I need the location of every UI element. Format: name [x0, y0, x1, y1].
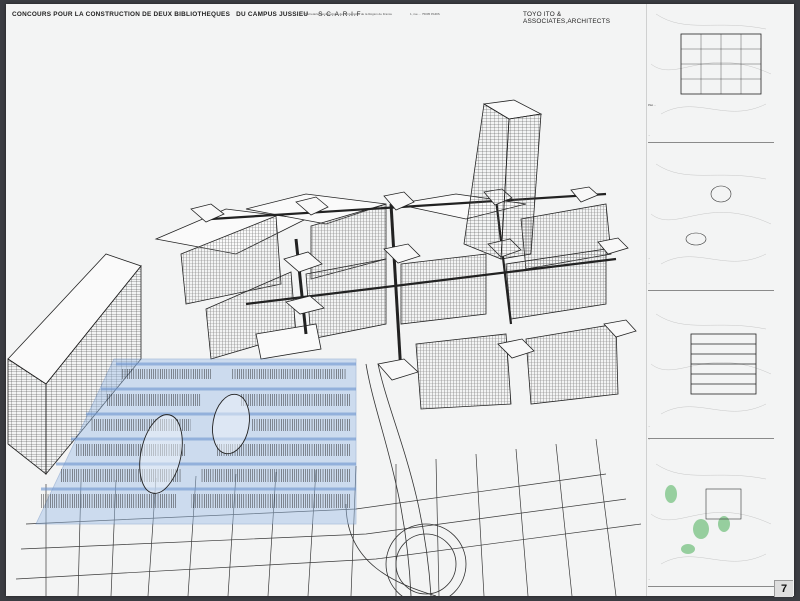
tower	[463, 99, 543, 260]
panel-caption: Plan ...	[648, 104, 657, 107]
site-plan-sidebar: Plan ... ... ... ... ... ... ...	[645, 4, 778, 596]
presentation-board: CONCOURS POUR LA CONSTRUCTION DE DEUX BI…	[6, 4, 794, 597]
panel-caption: ...	[648, 257, 651, 260]
panel-caption-top: ...	[648, 134, 651, 137]
site-plan-panel: ... ...	[648, 282, 774, 439]
site-plan-panel: ... ...	[648, 438, 774, 587]
panel-caption-top: ...	[648, 438, 651, 441]
site-plan-panel: Plan ...	[648, 4, 774, 143]
panel-caption-top: ...	[648, 282, 651, 285]
panel-caption: ...	[648, 425, 651, 428]
panel-caption: ...	[648, 578, 651, 581]
page-number: 7	[774, 580, 793, 597]
axonometric-drawing	[7, 99, 642, 596]
site-plan-panel: ... ...	[648, 134, 774, 291]
